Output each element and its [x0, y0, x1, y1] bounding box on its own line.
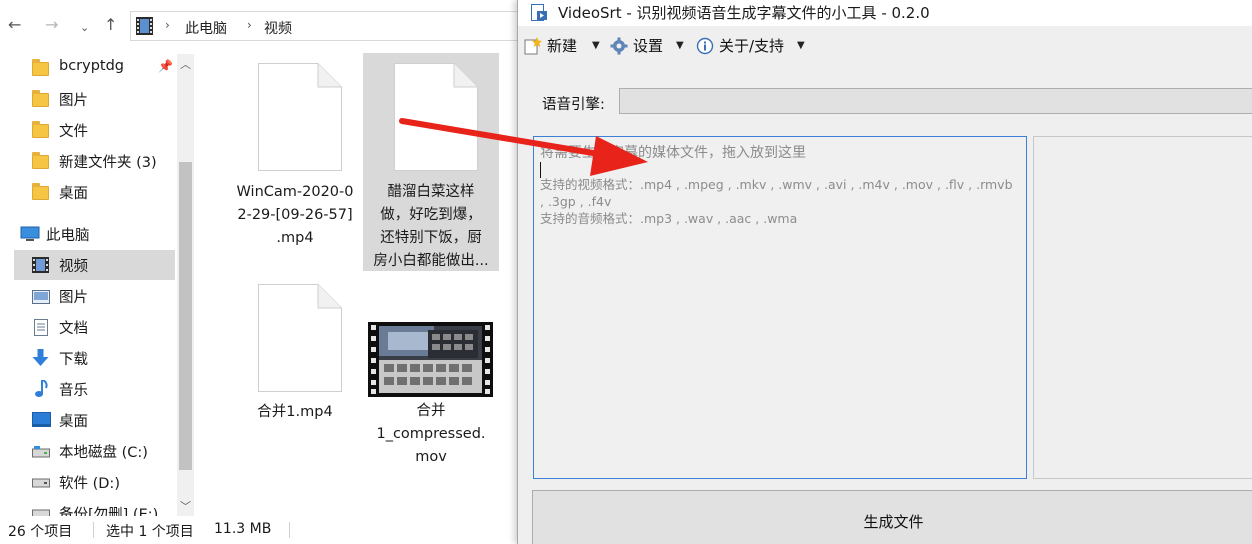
menu-new[interactable]: 新建 ▼: [524, 34, 604, 58]
nav-pane-scrollbar[interactable]: ︿ ﹀: [177, 54, 194, 516]
audio-formats-text: 支持的音频格式：.mp3 , .wav , .aac , .wma: [540, 211, 798, 226]
up-icon[interactable]: ↑: [104, 16, 117, 34]
drive-icon: [32, 509, 50, 516]
file-item-wincam[interactable]: WinCam-2020-0 2-29-[09-26-57] .mp4: [227, 53, 363, 269]
documents-folder-icon: [34, 319, 48, 336]
menu-about[interactable]: 关于/支持 ▼: [696, 34, 816, 58]
selected-size: 11.3 MB: [214, 521, 272, 537]
video-formats-text: 支持的视频格式：.mp4 , .mpeg , .mkv , .wmv , .av…: [540, 177, 1013, 209]
info-icon: [696, 37, 714, 55]
document-icon: [394, 63, 478, 171]
nav-item-desktop[interactable]: 桌面: [14, 405, 174, 435]
log-panel[interactable]: [1033, 136, 1252, 479]
nav-item-drive-d[interactable]: 软件 (D:): [14, 467, 174, 497]
title-bar[interactable]: VideoSrt - 识别视频语音生成字幕文件的小工具 - 0.2.0: [518, 0, 1252, 26]
desktop-folder-icon: [32, 412, 51, 427]
nav-item-pictures[interactable]: 图片: [14, 281, 174, 311]
selected-count: 选中 1 个项目: [106, 524, 194, 540]
file-explorer-window: ← → ⌄ ↑ › 此电脑 › 视频 bcryptdg 📌 图片 文件 新建文件…: [0, 0, 520, 544]
screen: ← → ⌄ ↑ › 此电脑 › 视频 bcryptdg 📌 图片 文件 新建文件…: [0, 0, 1252, 544]
file-item-hebing1[interactable]: 合并1.mp4: [227, 281, 363, 431]
breadcrumb-separator-icon[interactable]: ›: [247, 18, 252, 32]
address-bar[interactable]: › 此电脑 › 视频: [130, 11, 520, 41]
document-icon: [258, 284, 342, 392]
forward-icon[interactable]: →: [45, 16, 58, 34]
videosrt-window: VideoSrt - 识别视频语音生成字幕文件的小工具 - 0.2.0 新建 ▼: [517, 0, 1252, 544]
nav-item-this-pc[interactable]: 此电脑: [14, 219, 174, 249]
engine-select[interactable]: [619, 88, 1252, 114]
document-icon: [258, 63, 342, 171]
about-dropdown-caret-icon[interactable]: ▼: [797, 40, 805, 51]
download-folder-icon: [32, 349, 49, 366]
media-drop-zone[interactable]: 将需要生成字幕的媒体文件，拖入放到这里 支持的视频格式：.mp4 , .mpeg…: [533, 136, 1027, 479]
generate-file-button[interactable]: 生成文件: [532, 490, 1252, 544]
video-folder-icon: [136, 17, 153, 35]
navigation-pane: bcryptdg 📌 图片 文件 新建文件夹 (3) 桌面 此电脑 视频 图片 …: [0, 50, 195, 516]
folder-icon: [32, 152, 49, 169]
video-folder-icon: [32, 257, 49, 273]
computer-icon: [20, 226, 40, 241]
scroll-up-icon[interactable]: ︿: [180, 56, 191, 72]
file-item-hebing1-compressed[interactable]: 合并 1_compressed. mov: [363, 304, 499, 474]
app-logo-icon: [531, 4, 547, 21]
menu-bar: 新建 ▼ 设置 ▼ 关于/支持 ▼: [518, 30, 1252, 60]
folder-icon: [32, 59, 49, 76]
nav-item-drive-c[interactable]: 本地磁盘 (C:): [14, 436, 174, 466]
folder-icon: [32, 121, 49, 138]
breadcrumb-videos[interactable]: 视频: [264, 18, 292, 38]
nav-item-drive-e[interactable]: 备份[勿删] (E:): [14, 498, 174, 516]
window-title: VideoSrt - 识别视频语音生成字幕文件的小工具 - 0.2.0: [558, 4, 930, 22]
nav-item-files[interactable]: 文件: [14, 115, 174, 145]
nav-item-downloads[interactable]: 下载: [14, 343, 174, 373]
breadcrumb-separator-icon[interactable]: ›: [165, 18, 170, 32]
pictures-folder-icon: [32, 290, 50, 304]
menu-settings[interactable]: 设置 ▼: [610, 34, 690, 58]
address-toolbar: ← → ⌄ ↑ › 此电脑 › 视频: [0, 0, 520, 50]
item-count: 26 个项目: [8, 524, 73, 540]
settings-dropdown-caret-icon[interactable]: ▼: [676, 40, 684, 51]
status-bar: 26 个项目 选中 1 个项目 11.3 MB: [0, 516, 520, 544]
nav-item-pictures-quick[interactable]: 图片: [14, 84, 174, 114]
music-folder-icon: [35, 380, 48, 397]
pin-icon[interactable]: 📌: [158, 59, 173, 73]
status-divider: [289, 522, 290, 538]
file-item-cuolu-baicai[interactable]: 醋溜白菜这样 做，好吃到爆， 还特别下饭，厨 房小白都能做出...: [363, 53, 499, 271]
breadcrumb-this-pc[interactable]: 此电脑: [185, 18, 227, 38]
video-thumbnail-icon: [368, 322, 493, 397]
gear-icon: [610, 37, 628, 55]
nav-item-desktop-quick[interactable]: 桌面: [14, 177, 174, 207]
nav-item-documents[interactable]: 文档: [14, 312, 174, 342]
recent-locations-chevron-icon[interactable]: ⌄: [80, 19, 89, 37]
nav-item-bcryptdg[interactable]: bcryptdg 📌: [14, 53, 174, 83]
nav-item-music[interactable]: 音乐: [14, 374, 174, 404]
scroll-down-icon[interactable]: ﹀: [180, 498, 191, 514]
folder-icon: [32, 183, 49, 200]
drive-icon: [32, 446, 50, 458]
drive-icon: [32, 478, 50, 488]
status-divider: [93, 522, 94, 538]
new-dropdown-caret-icon[interactable]: ▼: [592, 40, 600, 51]
text-cursor: [540, 162, 541, 178]
nav-item-videos[interactable]: 视频: [14, 250, 175, 280]
file-list: WinCam-2020-0 2-29-[09-26-57] .mp4 醋溜白菜这…: [195, 50, 520, 516]
folder-icon: [32, 90, 49, 107]
engine-label: 语音引擎:: [542, 97, 605, 113]
drop-zone-placeholder: 将需要生成字幕的媒体文件，拖入放到这里: [540, 145, 806, 161]
back-icon[interactable]: ←: [8, 16, 21, 34]
new-icon: [524, 37, 542, 55]
nav-item-new-folder-3[interactable]: 新建文件夹 (3): [14, 146, 174, 176]
scrollbar-thumb[interactable]: [179, 162, 192, 470]
